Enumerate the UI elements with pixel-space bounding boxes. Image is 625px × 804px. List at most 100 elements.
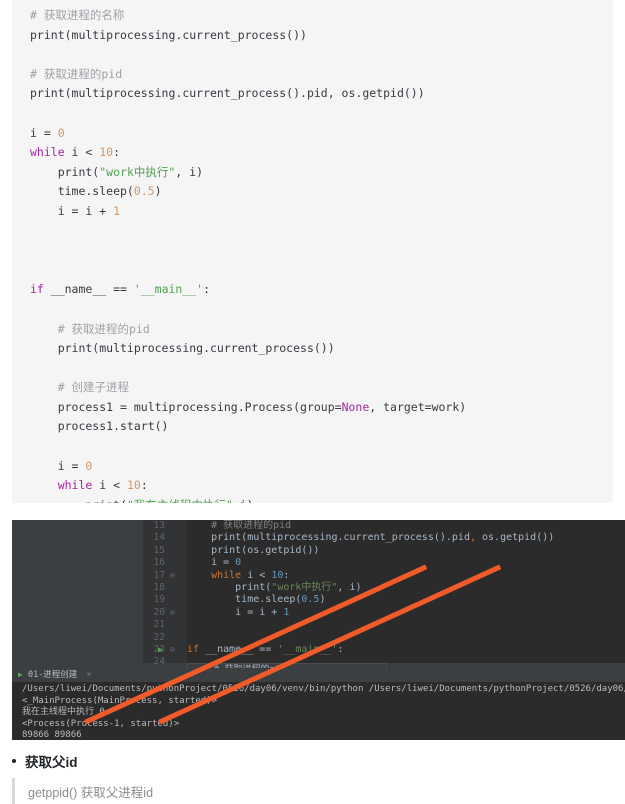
code-token: : — [337, 643, 344, 655]
code-line: while i < 10: — [12, 143, 613, 163]
ide-console-output: /Users/liwei/Documents/pythonProject/052… — [12, 682, 625, 740]
code-line: process1 = multiprocessing.Process(group… — [12, 398, 613, 418]
line-number: 21 — [153, 619, 165, 631]
code-line: print("work中执行", i) — [12, 163, 613, 183]
code-line: i = i + 1 — [187, 607, 625, 619]
code-line: if __name__ == '__main__': — [187, 644, 625, 656]
run-icon: ▶ — [18, 670, 23, 679]
code-line: print(multiprocessing.current_process()) — [12, 339, 613, 359]
code-token: # 获取进程的pid — [187, 520, 292, 531]
code-token: # 获取进程的pid — [30, 321, 150, 336]
fold-toggle-icon[interactable]: ⊖ — [170, 607, 175, 619]
code-line: print(multiprocessing.current_process().… — [187, 532, 625, 544]
code-token: # 获取进程的名称 — [30, 8, 125, 22]
code-token: "work中执行" — [99, 164, 176, 179]
code-token: , i) — [337, 581, 362, 593]
code-token: None — [341, 399, 370, 414]
code-token: process1.start() — [30, 419, 169, 434]
code-token: '__main__' — [277, 643, 338, 655]
code-token: while — [57, 478, 93, 493]
blockquote-text: getppid() 获取父进程id — [28, 785, 154, 800]
code-token: # 获取进程的pid — [30, 66, 123, 81]
code-token: time.sleep( — [187, 594, 302, 606]
code-token: i = — [187, 557, 236, 569]
code-token: i < — [92, 478, 127, 493]
console-line: 我在主线程中执行 0 — [22, 707, 105, 718]
bullet-dot-icon — [12, 759, 16, 763]
code-token: print(multiprocessing.current_process()) — [30, 27, 307, 42]
code-token: if — [30, 282, 44, 297]
code-token: print(os.getpid()) — [187, 544, 320, 556]
code-token: os.getpid()) — [476, 532, 555, 544]
bullet-list-item: 获取父id — [12, 751, 612, 771]
line-number: 18 — [153, 582, 165, 593]
code-line: # 获取进程的名称 — [12, 6, 613, 26]
ide-run-tab[interactable]: ▶ 01-进程创建 × — [12, 668, 625, 682]
python-code-block: # 获取进程的名称 print(multiprocessing.current_p… — [12, 0, 613, 503]
code-token: i = i + — [187, 606, 284, 618]
code-token: '__main__' — [133, 282, 204, 297]
code-line: time.sleep(0.5) — [187, 594, 625, 606]
fold-toggle-icon[interactable]: ⊖ — [170, 644, 175, 656]
code-line: i = 0 — [12, 457, 613, 477]
code-token: 0 — [235, 557, 242, 569]
code-token: 0 — [57, 125, 65, 140]
code-line: i = i + 1 — [12, 202, 613, 222]
line-number: 20 — [153, 606, 165, 618]
ide-editor-area: 13 14 15 16 17 ⊖ 18 19 20 ⊖ 21 22 23 ⊖ ▶ 24 # 获取进程的pid … — [12, 520, 625, 667]
code-token: ) — [319, 594, 326, 606]
code-token: 10 — [99, 145, 114, 160]
code-token: print( — [187, 581, 272, 593]
code-block-part-2: if __name__ == '__main__': # 获取进程的pid pr… — [12, 280, 613, 503]
line-number: 22 — [153, 631, 165, 643]
code-token: : — [203, 282, 211, 297]
code-token: print(multiprocessing.current_process().… — [187, 532, 470, 544]
console-line: <Process(Process-1, started)> — [22, 718, 180, 729]
code-block-part-1: # 获取进程的名称 print(multiprocessing.current_p… — [12, 6, 613, 280]
code-token: __name__ == — [199, 643, 278, 655]
code-token: ) — [154, 184, 162, 199]
code-token: : — [283, 569, 290, 581]
code-token: 0.5 — [133, 184, 155, 199]
code-token: __name__ == — [43, 282, 134, 297]
code-token: "我在主线程中执行" — [127, 498, 233, 503]
code-token: i = i + — [30, 203, 114, 218]
code-line: # 获取进程的pid — [187, 520, 625, 532]
code-token: process1 = multiprocessing.Process(group… — [30, 399, 342, 414]
code-line: # 创建子进程 — [12, 378, 613, 398]
code-token: 0 — [85, 458, 93, 473]
code-token: 1 — [113, 203, 121, 218]
line-number: 15 — [153, 544, 165, 556]
code-token: 1 — [283, 606, 290, 618]
code-token: 10 — [271, 569, 284, 581]
line-number: 24 — [153, 656, 165, 668]
fold-toggle-icon[interactable]: ⊖ — [170, 570, 175, 582]
console-line: 89866 89866 — [22, 730, 82, 740]
code-line: while i < 10: — [187, 570, 625, 582]
code-line: print("我在主线程中执行",i) — [12, 496, 613, 503]
code-token: , target=work) — [369, 399, 467, 414]
line-number: 16 — [153, 557, 165, 569]
bullet-label: 获取父id — [25, 755, 78, 770]
console-line: /Users/liwei/Documents/pythonProject/052… — [22, 684, 625, 694]
code-line: print(os.getpid()) — [187, 545, 625, 557]
run-gutter-icon[interactable]: ▶ — [158, 644, 163, 656]
code-token: 10 — [126, 478, 141, 493]
run-tab-label: 01-进程创建 — [27, 670, 78, 680]
code-line: # 获取进程的pid — [12, 320, 613, 340]
code-line: i = 0 — [12, 124, 613, 144]
code-token: : — [113, 145, 121, 160]
code-token: : — [140, 478, 148, 493]
code-token: i < — [241, 569, 272, 581]
close-icon[interactable]: × — [86, 670, 91, 680]
